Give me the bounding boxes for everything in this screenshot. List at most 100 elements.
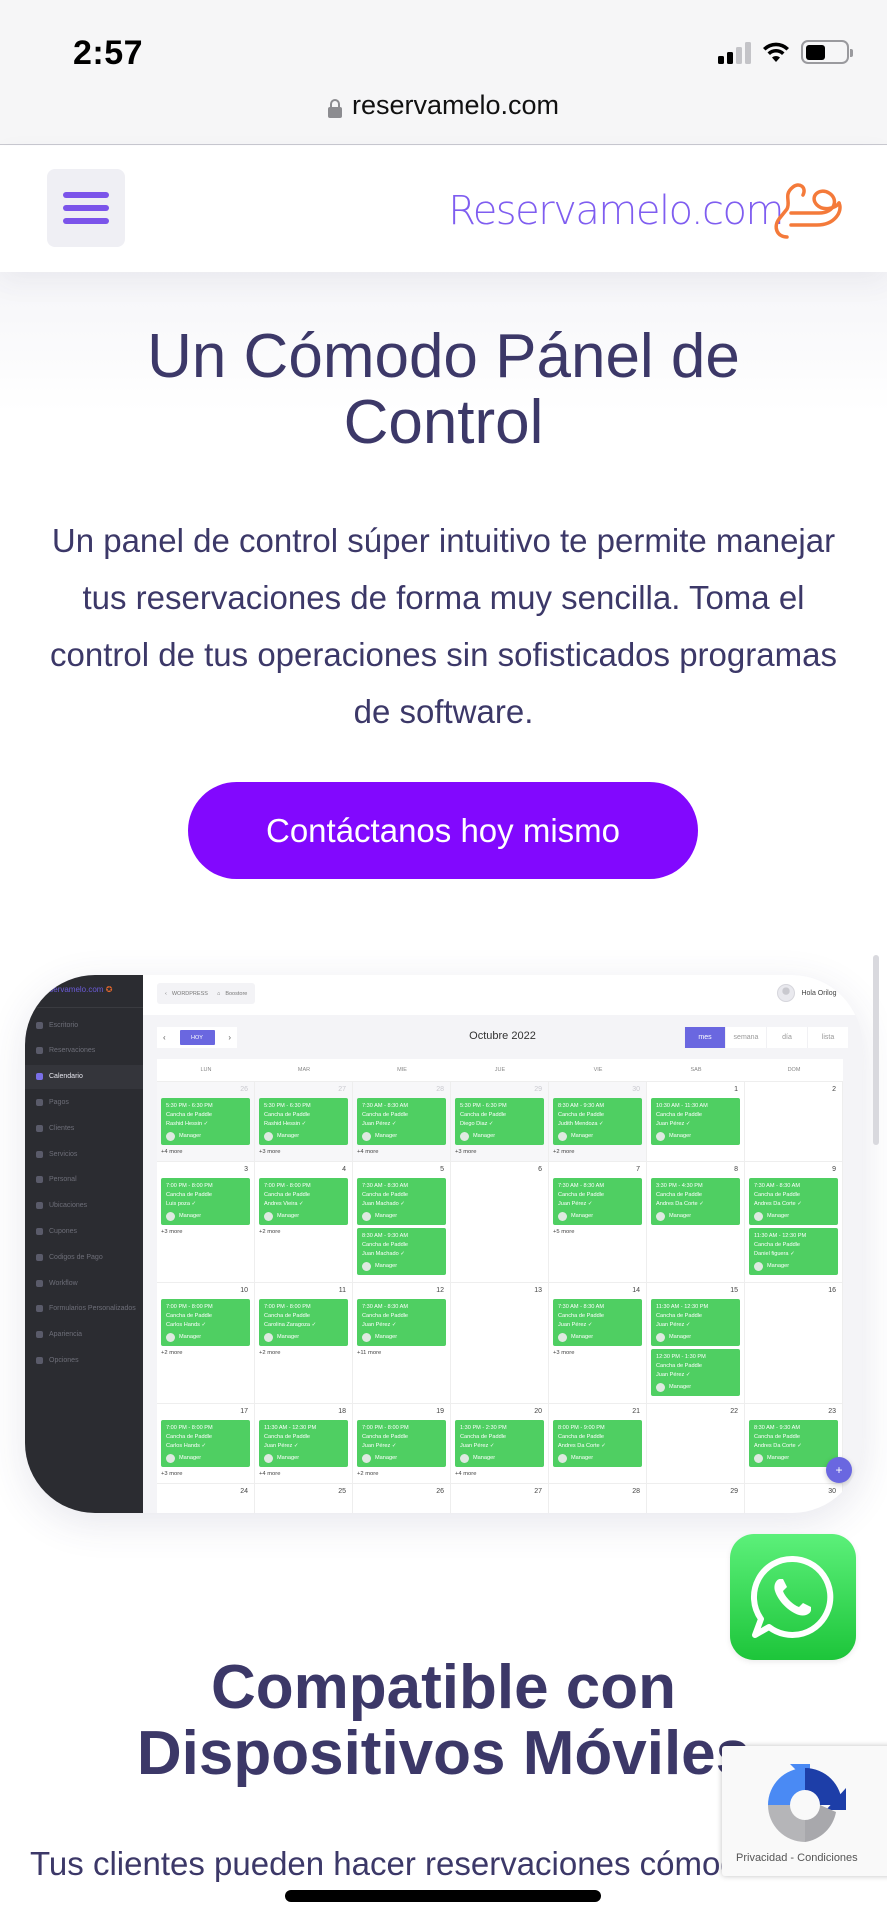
more-events-link: +4 more xyxy=(259,1471,281,1477)
staff-name: Manager xyxy=(669,1384,692,1390)
day-number: 5 xyxy=(440,1166,444,1173)
event-client: Juan Pérez ✓ xyxy=(264,1443,299,1449)
staff-name: Manager xyxy=(179,1455,202,1461)
event-staff: Manager xyxy=(558,1132,637,1141)
event-service: Cancha de Paddle xyxy=(362,1313,409,1319)
event-staff: Manager xyxy=(656,1333,735,1342)
view-tab: mes xyxy=(684,1027,725,1048)
staff-avatar-icon xyxy=(460,1132,469,1141)
sidebar-item-label: Apariencia xyxy=(49,1331,83,1339)
weekday-label: MAR xyxy=(297,1067,311,1073)
staff-avatar-icon xyxy=(558,1132,567,1141)
staff-name: Manager xyxy=(277,1334,300,1340)
event-client: Andres Da Corte ✓ xyxy=(558,1443,606,1449)
event-staff: Manager xyxy=(362,1212,441,1221)
event-service: Cancha de Paddle xyxy=(362,1192,409,1198)
event-time: 7:30 AM - 8:30 AM xyxy=(558,1183,605,1189)
whatsapp-button[interactable] xyxy=(730,1534,856,1660)
day-number: 18 xyxy=(338,1408,346,1415)
calendar-event: 7:00 PM - 8:00 PM Cancha de Paddle Luis po… xyxy=(161,1178,250,1225)
calendar-week: 3 7:00 PM - 8:00 PM Cancha de Paddle Luis p… xyxy=(157,1162,843,1283)
calendar-event: 7:00 PM - 8:00 PM Cancha de Paddle Andres … xyxy=(259,1178,348,1225)
menu-button[interactable] xyxy=(47,169,125,247)
hamburger-icon-line xyxy=(63,205,109,211)
day-number: 17 xyxy=(240,1408,248,1415)
weekday-label: JUE xyxy=(494,1067,506,1073)
staff-avatar-icon xyxy=(558,1212,567,1221)
event-client: Andres Da Corte ✓ xyxy=(754,1443,802,1449)
event-time: 12:30 PM - 1:30 PM xyxy=(656,1354,706,1360)
calendar-day: 2 xyxy=(745,1082,843,1161)
calendar-day: 27 5:30 PM - 6:30 PM Cancha de Paddle Rashi… xyxy=(255,1082,353,1161)
page-scrollbar[interactable] xyxy=(873,955,879,1145)
event-time: 11:30 AM - 12:30 PM xyxy=(264,1425,317,1431)
event-staff: Manager xyxy=(460,1132,539,1141)
event-client: Rashid Hessin ✓ xyxy=(264,1121,307,1127)
event-time: 8:30 AM - 9:30 AM xyxy=(362,1233,409,1239)
staff-name: Manager xyxy=(669,1133,692,1139)
calendar-event: 7:30 AM - 8:30 AM Cancha de Paddle Juan Pé… xyxy=(553,1299,642,1346)
staff-name: Manager xyxy=(669,1334,692,1340)
day-number: 6 xyxy=(538,1166,542,1173)
sidebar-item: Apariencia xyxy=(25,1323,143,1347)
sidebar-item-label: Formularios Personalizados xyxy=(49,1305,136,1313)
day-number: 30 xyxy=(632,1086,640,1093)
contact-button[interactable]: Contáctanos hoy mismo xyxy=(188,782,698,879)
event-client: Andres Da Corte ✓ xyxy=(754,1201,802,1207)
calendar-event: 11:30 AM - 12:30 PM Cancha de Paddle Juan … xyxy=(259,1420,348,1467)
url-bar[interactable]: reservamelo.com xyxy=(0,90,887,121)
event-client: Juan Pérez ✓ xyxy=(362,1443,397,1449)
staff-avatar-icon xyxy=(558,1333,567,1342)
event-client: Juan Pérez ✓ xyxy=(656,1322,691,1328)
event-time: 8:00 PM - 9:00 PM xyxy=(558,1425,605,1431)
recaptcha-links[interactable]: Privacidad - Condiciones xyxy=(736,1852,858,1864)
calendar-event: 1:30 PM - 2:30 PM Cancha de Paddle Juan Pé… xyxy=(455,1420,544,1467)
event-client: Juan Pérez ✓ xyxy=(362,1322,397,1328)
calendar-event: 8:30 AM - 9:30 AM Cancha de Paddle Juan Ma… xyxy=(357,1228,446,1275)
day-number: 28 xyxy=(632,1488,640,1495)
event-service: Cancha de Paddle xyxy=(460,1112,507,1118)
recaptcha-badge[interactable]: Privacidad - Condiciones xyxy=(722,1746,887,1876)
calendar-event: 7:30 AM - 8:30 AM Cancha de Paddle Juan Pé… xyxy=(357,1098,446,1145)
view-tab: semana xyxy=(725,1027,766,1048)
calendar-day: 3 7:00 PM - 8:00 PM Cancha de Paddle Luis p… xyxy=(157,1162,255,1282)
event-time: 3:30 PM - 4:30 PM xyxy=(656,1183,703,1189)
calendar-day: 10 7:00 PM - 8:00 PM Cancha de Paddle Carlo… xyxy=(157,1283,255,1403)
event-time: 7:00 PM - 8:00 PM xyxy=(264,1183,311,1189)
day-number: 27 xyxy=(338,1086,346,1093)
calendar-day: 19 7:00 PM - 8:00 PM Cancha de Paddle Juan … xyxy=(353,1404,451,1483)
event-time: 5:30 PM - 6:30 PM xyxy=(264,1103,311,1109)
user-menu: Hola Orilog ▾ xyxy=(777,984,846,1002)
event-time: 5:30 PM - 6:30 PM xyxy=(166,1103,213,1109)
day-number: 26 xyxy=(240,1086,248,1093)
whatsapp-icon xyxy=(750,1555,834,1638)
staff-avatar-icon xyxy=(362,1262,371,1271)
staff-avatar-icon xyxy=(264,1333,273,1342)
calendar-day: 15 11:30 AM - 12:30 PM Cancha de Paddle Jua… xyxy=(647,1283,745,1403)
calendar-event: 8:30 AM - 9:30 AM Cancha de Paddle Andres … xyxy=(749,1420,838,1467)
staff-name: Manager xyxy=(179,1334,202,1340)
staff-name: Manager xyxy=(277,1455,300,1461)
more-events-link: +3 more xyxy=(259,1149,281,1155)
day-number: 19 xyxy=(436,1408,444,1415)
day-number: 1 xyxy=(734,1086,738,1093)
staff-avatar-icon xyxy=(656,1333,665,1342)
hero-description: Un panel de control súper intuitivo te p… xyxy=(50,522,837,730)
event-client: Juan Machado ✓ xyxy=(362,1201,405,1207)
sidebar-item-label: Cupones xyxy=(49,1227,78,1235)
event-service: Cancha de Paddle xyxy=(166,1112,213,1118)
day-number: 2 xyxy=(832,1086,836,1093)
sidebar-item: Codigos de Pago xyxy=(25,1245,143,1269)
avatar xyxy=(777,984,796,1002)
event-staff: Manager xyxy=(754,1454,833,1463)
calendar-event: 5:30 PM - 6:30 PM Cancha de Paddle Diego D… xyxy=(455,1098,544,1145)
home-indicator xyxy=(285,1890,601,1902)
day-number: 13 xyxy=(534,1287,542,1294)
day-number: 25 xyxy=(338,1488,346,1495)
event-time: 7:30 AM - 8:30 AM xyxy=(362,1183,409,1189)
sidebar-item: Pagos xyxy=(25,1090,143,1114)
chevron-down-icon: ▾ xyxy=(842,990,846,997)
calendar-day: 27 xyxy=(451,1484,549,1513)
site-logo[interactable]: Reservamelo.com xyxy=(448,176,845,246)
divider xyxy=(25,1007,143,1008)
